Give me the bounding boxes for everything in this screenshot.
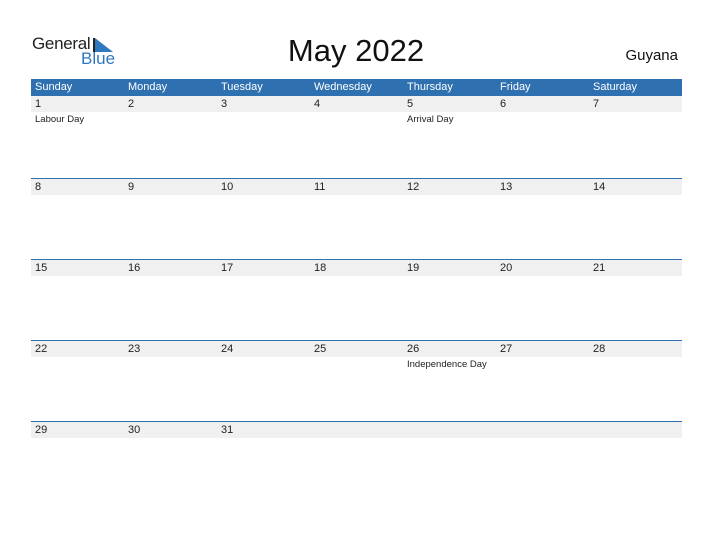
holiday-label [496,357,589,370]
holiday-label [310,112,403,125]
events-row: Labour Day Arrival Day [31,112,682,125]
holiday-label [31,195,124,197]
day-number: 24 [221,343,234,355]
day-number: 18 [314,262,327,274]
day-number: 11 [314,181,326,193]
day-number: 22 [35,343,48,355]
holiday-label [217,276,310,278]
date-bar: 29 30 31 [31,422,682,438]
holiday-label [124,438,217,440]
week-row: 1 2 3 4 5 6 7 Labour Day Arrival Day [31,96,682,178]
holiday-label [217,357,310,370]
holiday-label [496,195,589,197]
holiday-label [124,112,217,125]
events-row [31,195,682,197]
holiday-label [496,438,589,440]
day-number: 16 [128,262,141,274]
week-row: 8 9 10 11 12 13 14 [31,178,682,259]
holiday-label: Independence Day [407,359,487,370]
holiday-label [403,438,496,440]
holiday-label [31,276,124,278]
holiday-label [124,195,217,197]
holiday-label [31,438,124,440]
holiday-label [403,195,496,197]
page-title: May 2022 [287,33,425,68]
weekday-sunday: Sunday [35,81,73,93]
day-number: 4 [314,98,321,110]
day-number: 12 [407,181,420,193]
day-number: 2 [128,98,135,110]
holiday-label [217,195,310,197]
holiday-label [310,195,403,197]
holiday-label [589,195,682,197]
holiday-label [310,357,403,370]
week-row: 29 30 31 [31,421,682,502]
holiday-label [124,357,217,370]
date-bar: 8 9 10 11 12 13 14 [31,179,682,195]
day-number: 20 [500,262,513,274]
date-bar: 15 16 17 18 19 20 21 [31,260,682,276]
holiday-label: Labour Day [35,114,85,125]
day-number: 3 [221,98,228,110]
day-number: 5 [407,98,414,110]
day-number: 15 [35,262,48,274]
holiday-label [217,438,310,440]
holiday-label [496,112,589,125]
weekday-saturday: Saturday [593,81,638,93]
weekday-monday: Monday [128,81,168,93]
day-number: 14 [593,181,606,193]
weekday-tuesday: Tuesday [221,81,263,93]
holiday-label: Arrival Day [407,114,454,125]
events-row [31,276,682,278]
weekday-friday: Friday [500,81,531,93]
day-number: 31 [221,424,234,436]
day-number: 30 [128,424,141,436]
day-number: 25 [314,343,327,355]
country-label: Guyana [625,47,678,64]
day-number [403,422,496,438]
calendar: Sunday Monday Tuesday Wednesday Thursday… [31,79,682,502]
holiday-label [31,357,124,370]
week-row: 15 16 17 18 19 20 21 [31,259,682,340]
day-number [589,422,682,438]
holiday-label [217,112,310,125]
weekday-wednesday: Wednesday [314,81,372,93]
holiday-label [124,276,217,278]
day-number: 8 [35,181,42,193]
week-row: 22 23 24 25 26 27 28 Independence Day [31,340,682,421]
holiday-label [310,276,403,278]
events-row [31,438,682,440]
day-number: 1 [35,98,42,110]
day-number: 13 [500,181,513,193]
holiday-label [496,276,589,278]
day-number: 6 [500,98,507,110]
holiday-label [403,276,496,278]
day-number: 27 [500,343,513,355]
day-number: 17 [221,262,234,274]
weeks-container: 1 2 3 4 5 6 7 Labour Day Arrival Day 8 9 10 11 12 13 14… [31,96,682,502]
day-number [310,422,403,438]
day-number [496,422,589,438]
holiday-label [310,438,403,440]
date-bar: 22 23 24 25 26 27 28 [31,341,682,357]
day-number: 29 [35,424,48,436]
day-number: 10 [221,181,234,193]
date-bar: 1 2 3 4 5 6 7 [31,96,682,112]
holiday-label [589,357,682,370]
day-number: 21 [593,262,606,274]
holiday-label [589,276,682,278]
day-number: 9 [128,181,135,193]
holiday-label [589,112,682,125]
weekday-header: Sunday Monday Tuesday Wednesday Thursday… [31,79,682,96]
day-number: 23 [128,343,141,355]
events-row: Independence Day [31,357,682,370]
holiday-label [589,438,682,440]
day-number: 7 [593,98,600,110]
day-number: 28 [593,343,606,355]
day-number: 19 [407,262,420,274]
day-number: 26 [407,343,420,355]
weekday-thursday: Thursday [407,81,453,93]
